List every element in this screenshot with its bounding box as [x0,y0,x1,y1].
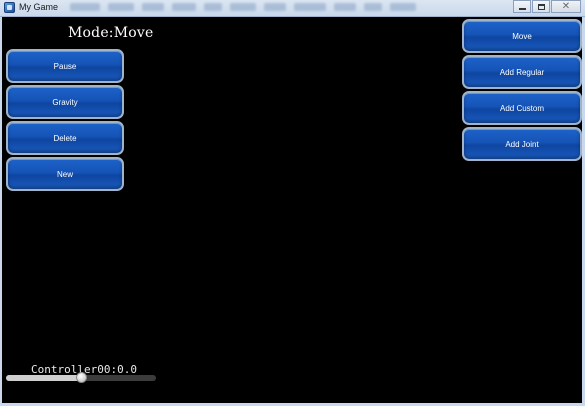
gravity-button[interactable]: Gravity [6,85,124,119]
add-custom-button[interactable]: Add Custom [462,91,582,125]
slider-fill [6,375,81,381]
title-bar[interactable]: My Game ✕ [0,0,585,17]
delete-button[interactable]: Delete [6,121,124,155]
minimize-button[interactable] [513,0,531,13]
move-button[interactable]: Move [462,19,582,53]
close-icon: ✕ [561,0,571,12]
new-button[interactable]: New [6,157,124,191]
add-joint-button[interactable]: Add Joint [462,127,582,161]
mode-label: Mode:Move [68,25,154,41]
blurred-taskbar-tabs [70,3,450,13]
controller-slider[interactable] [6,372,156,383]
app-icon [4,2,15,13]
window-frame-left [0,17,2,406]
maximize-button[interactable] [532,0,550,13]
minimize-icon [518,8,526,10]
pause-button[interactable]: Pause [6,49,124,83]
close-button[interactable]: ✕ [551,0,581,13]
slider-thumb[interactable] [76,372,87,383]
window-title: My Game [19,2,59,12]
add-regular-button[interactable]: Add Regular [462,55,582,89]
game-window: My Game ✕ Mode:Move Pause Gravity Delete… [0,0,585,406]
window-controls: ✕ [512,0,581,14]
maximize-icon [537,3,545,10]
